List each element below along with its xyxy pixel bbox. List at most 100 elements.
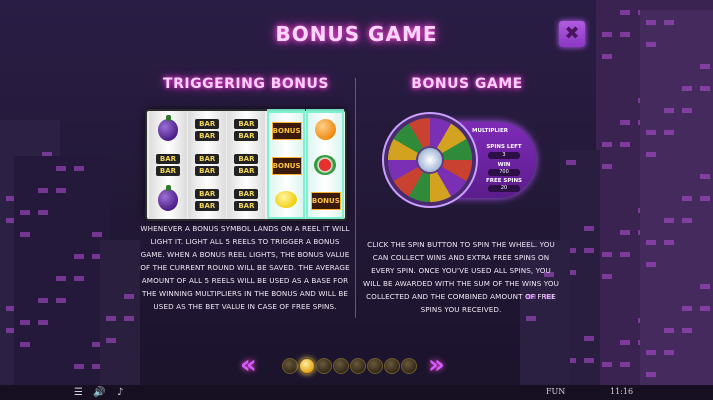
building-window xyxy=(38,210,48,215)
building-window xyxy=(682,86,692,91)
lemon-symbol xyxy=(272,185,300,215)
page-dot[interactable] xyxy=(316,358,332,374)
orange-symbol xyxy=(311,115,339,145)
bar-symbol: BAR BAR xyxy=(154,150,182,180)
building-window xyxy=(682,218,692,223)
building-window xyxy=(124,316,134,321)
building-window xyxy=(38,298,48,303)
win-label: WIN xyxy=(497,162,511,168)
building-window xyxy=(664,240,674,245)
spins-left-value: 3 xyxy=(488,152,520,159)
win-value: 700 xyxy=(488,169,520,176)
building-window xyxy=(584,358,594,363)
bonus-symbol: BONUS xyxy=(310,185,341,215)
building-window xyxy=(664,130,674,135)
building-window xyxy=(584,336,594,341)
building-window xyxy=(646,262,656,267)
reel-light xyxy=(305,109,344,112)
building-window xyxy=(124,294,134,299)
bonus-symbol: BONUS xyxy=(271,115,302,145)
building-window xyxy=(700,86,710,91)
building-window xyxy=(664,350,674,355)
page-title: BONUS GAME xyxy=(275,22,438,46)
clock-time: 11:16 xyxy=(610,387,634,396)
page-dot[interactable] xyxy=(350,358,366,374)
building-window xyxy=(74,166,84,171)
building-window xyxy=(620,252,630,257)
page-dot[interactable] xyxy=(282,358,298,374)
building-window xyxy=(74,276,84,281)
building-window xyxy=(646,152,656,157)
close-button[interactable]: ✖ xyxy=(559,21,585,47)
building-window xyxy=(620,142,630,147)
page-dot[interactable] xyxy=(333,358,349,374)
building-window xyxy=(646,372,656,377)
building-window xyxy=(664,218,674,223)
triggering-bonus-description: WHENEVER A BONUS SYMBOL LANDS ON A REEL … xyxy=(140,224,350,311)
page-dot[interactable] xyxy=(384,358,400,374)
building-window xyxy=(106,316,116,321)
building-window xyxy=(682,108,692,113)
game-mode-label: FUN xyxy=(546,387,566,396)
reel: BAR BAR BAR BAR BAR BAR xyxy=(188,111,227,219)
building-window xyxy=(682,328,692,333)
building-window xyxy=(92,232,102,237)
building-window xyxy=(602,54,612,59)
page-dot[interactable] xyxy=(367,358,383,374)
building-window xyxy=(682,196,692,201)
building-window xyxy=(20,210,30,215)
building-window xyxy=(602,164,612,169)
building-window xyxy=(56,188,66,193)
building-window xyxy=(56,276,66,281)
building-window xyxy=(106,338,116,343)
building-window xyxy=(20,232,30,237)
plum-symbol xyxy=(154,115,182,145)
prev-page-button[interactable]: « xyxy=(240,352,257,378)
building-window xyxy=(526,316,536,321)
building-window xyxy=(602,252,612,257)
plum-symbol xyxy=(154,185,182,215)
multiplier-label: MULTIPLIER xyxy=(472,128,508,134)
building-window xyxy=(74,254,84,259)
menu-icon[interactable]: ☰ xyxy=(74,386,83,399)
building-window xyxy=(620,230,630,235)
building-window xyxy=(700,196,710,201)
spins-left-label: SPINS LEFT xyxy=(486,144,522,150)
bar-symbol: BAR BAR xyxy=(232,115,260,145)
page-dot[interactable] xyxy=(299,358,315,374)
sound-icon[interactable]: 🔊 xyxy=(93,386,105,399)
building-window xyxy=(682,306,692,311)
bar-symbol: BAR BAR xyxy=(193,150,221,180)
building-window xyxy=(646,350,656,355)
building-window xyxy=(38,320,48,325)
building-window xyxy=(602,362,612,367)
bonus-symbol: BONUS xyxy=(271,150,302,180)
bar-symbol: BAR BAR xyxy=(193,185,221,215)
bar-symbol: BAR BAR xyxy=(232,150,260,180)
bar-symbol: BAR BAR xyxy=(232,185,260,215)
reels-illustration: BAR BAR BAR BAR BAR BAR BAR BAR BAR BAR BAR BAR BAR B… xyxy=(147,109,345,219)
bonus-wheel xyxy=(388,118,472,202)
bottom-bar xyxy=(0,385,713,400)
building-window xyxy=(700,306,710,311)
next-page-button[interactable]: » xyxy=(428,352,445,378)
building-window xyxy=(584,226,594,231)
building-window xyxy=(700,284,710,289)
building-window xyxy=(664,328,674,333)
page-dot[interactable] xyxy=(401,358,417,374)
building-window xyxy=(74,364,84,369)
bonus-game-heading: BONUS GAME xyxy=(411,76,523,92)
chevron-left-double-icon: « xyxy=(240,350,257,380)
building-window xyxy=(620,362,630,367)
building-window xyxy=(56,298,66,303)
bonus-wheel-illustration: MULTIPLIER SPINS LEFT 3 WIN 700 FREE SPI… xyxy=(384,114,544,206)
music-icon[interactable]: ♪ xyxy=(117,386,123,399)
reel: BAR BAR xyxy=(149,111,187,219)
building-window xyxy=(620,340,630,345)
building-window xyxy=(20,320,30,325)
building-window xyxy=(602,274,612,279)
free-spins-label: FREE SPINS xyxy=(485,178,523,184)
building-window xyxy=(646,240,656,245)
building-window xyxy=(700,64,710,69)
close-icon: ✖ xyxy=(564,23,580,44)
